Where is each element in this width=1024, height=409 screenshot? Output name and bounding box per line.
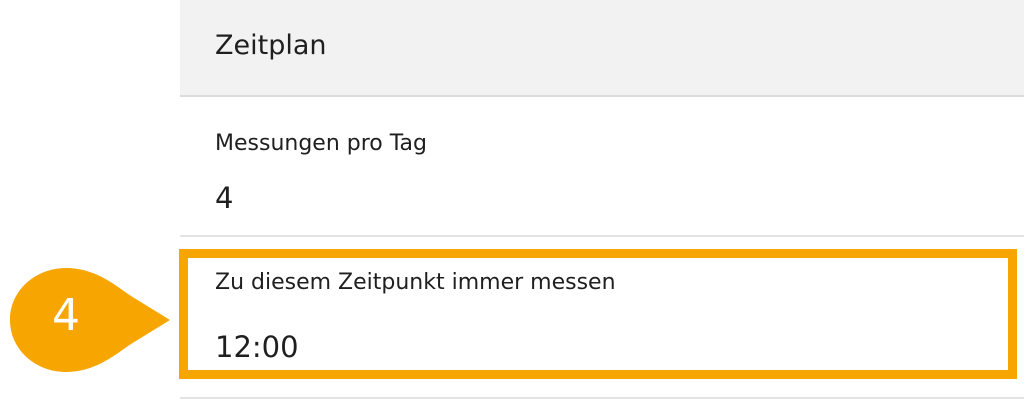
measurements-per-day-label: Messungen pro Tag — [215, 131, 427, 156]
measurements-per-day-value: 4 — [215, 181, 234, 215]
section-title: Zeitplan — [215, 30, 327, 61]
measurements-per-day-setting[interactable]: Messungen pro Tag 4 — [180, 97, 1024, 237]
callout-number: 4 — [52, 290, 80, 341]
highlight-frame — [179, 249, 1017, 379]
bottom-divider — [180, 397, 1024, 399]
section-header: Zeitplan — [180, 0, 1024, 97]
step-callout-marker: 4 — [6, 266, 178, 374]
